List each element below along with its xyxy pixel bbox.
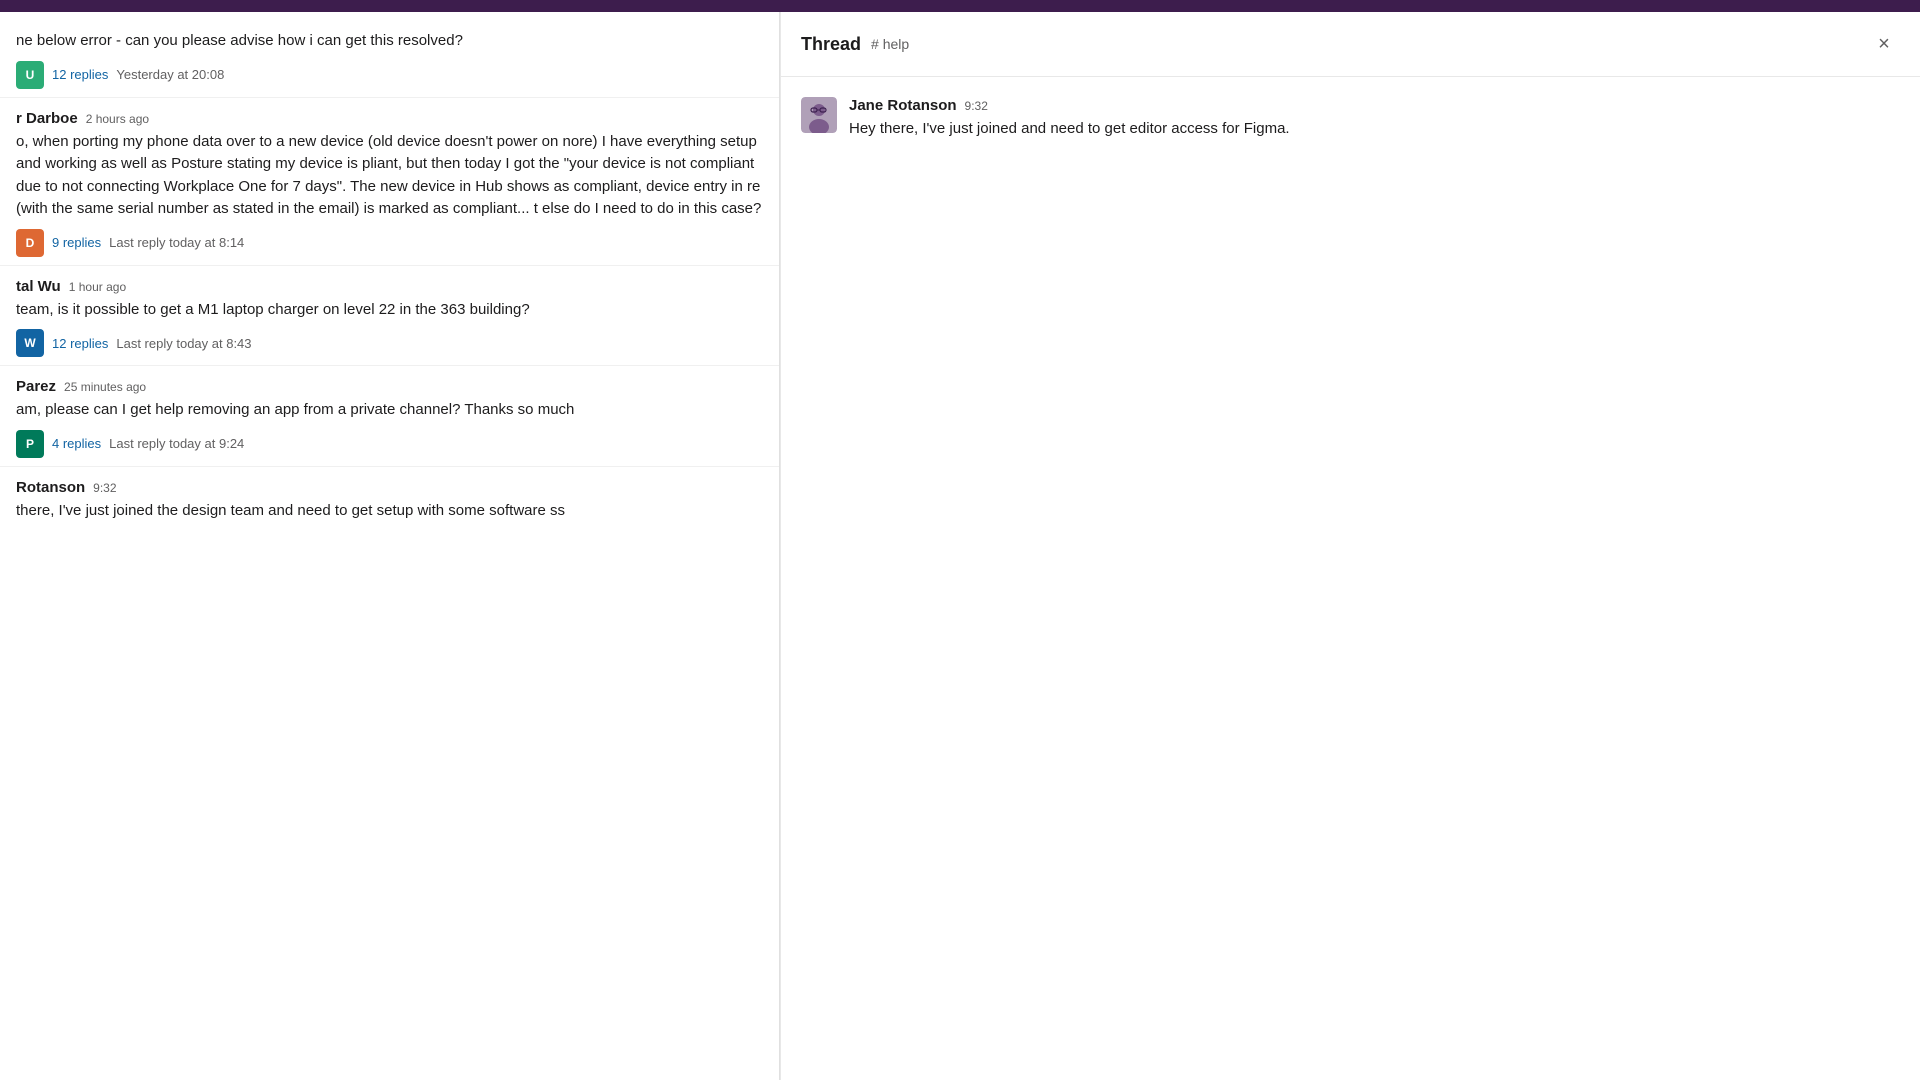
message-text: there, I've just joined the design team … [16,500,763,523]
message-meta: P 4 replies Last reply today at 9:24 [16,430,763,458]
thread-title: Thread [801,34,861,55]
reply-count[interactable]: 12 replies [52,336,108,351]
avatar: W [16,329,44,357]
message-meta: D 9 replies Last reply today at 8:14 [16,229,763,257]
reply-count[interactable]: 12 replies [52,67,108,82]
thread-title-group: Thread # help [801,34,909,55]
author-header: r Darboe 2 hours ago [16,110,763,127]
author-name: tal Wu [16,278,61,295]
thread-timestamp: 9:32 [965,99,988,113]
message-timestamp: 25 minutes ago [64,380,146,394]
avatar: U [16,61,44,89]
thread-message-text: Hey there, I've just joined and need to … [849,118,1900,141]
message-text: ne below error - can you please advise h… [16,30,763,53]
list-item: Rotanson 9:32 there, I've just joined th… [0,471,779,539]
reply-count[interactable]: 9 replies [52,235,101,250]
list-item: r Darboe 2 hours ago o, when porting my … [0,102,779,266]
close-button[interactable]: × [1868,28,1900,60]
author-name: Parez [16,378,56,395]
reply-time: Last reply today at 8:14 [109,235,244,250]
reply-count[interactable]: 4 replies [52,436,101,451]
avatar: D [16,229,44,257]
message-meta: U 12 replies Yesterday at 20:08 [16,61,763,89]
thread-channel: # help [871,36,909,52]
message-timestamp: 2 hours ago [86,112,149,126]
thread-message-body: Jane Rotanson 9:32 Hey there, I've just … [849,97,1900,141]
author-header: tal Wu 1 hour ago [16,278,763,295]
thread-header: Thread # help × [781,12,1920,77]
avatar [801,97,837,133]
author-name: r Darboe [16,110,78,127]
list-item: tal Wu 1 hour ago team, is it possible t… [0,270,779,367]
top-bar [0,0,1920,12]
message-text: o, when porting my phone data over to a … [16,131,763,221]
message-text: am, please can I get help removing an ap… [16,399,763,422]
message-timestamp: 1 hour ago [69,280,126,294]
reply-time: Last reply today at 9:24 [109,436,244,451]
avatar: P [16,430,44,458]
list-item: Parez 25 minutes ago am, please can I ge… [0,370,779,467]
message-text: team, is it possible to get a M1 laptop … [16,299,763,322]
list-item: ne below error - can you please advise h… [0,22,779,98]
thread-message-header: Jane Rotanson 9:32 [849,97,1900,114]
thread-content: Jane Rotanson 9:32 Hey there, I've just … [781,77,1920,1080]
author-header: Parez 25 minutes ago [16,378,763,395]
thread-author-name: Jane Rotanson [849,97,957,114]
reply-time: Yesterday at 20:08 [116,67,224,82]
message-list-panel: ne below error - can you please advise h… [0,12,780,1080]
thread-panel: Thread # help × [780,12,1920,1080]
message-timestamp: 9:32 [93,481,116,495]
reply-time: Last reply today at 8:43 [116,336,251,351]
author-header: Rotanson 9:32 [16,479,763,496]
main-layout: ne below error - can you please advise h… [0,12,1920,1080]
message-meta: W 12 replies Last reply today at 8:43 [16,329,763,357]
thread-message: Jane Rotanson 9:32 Hey there, I've just … [801,97,1900,141]
author-name: Rotanson [16,479,85,496]
